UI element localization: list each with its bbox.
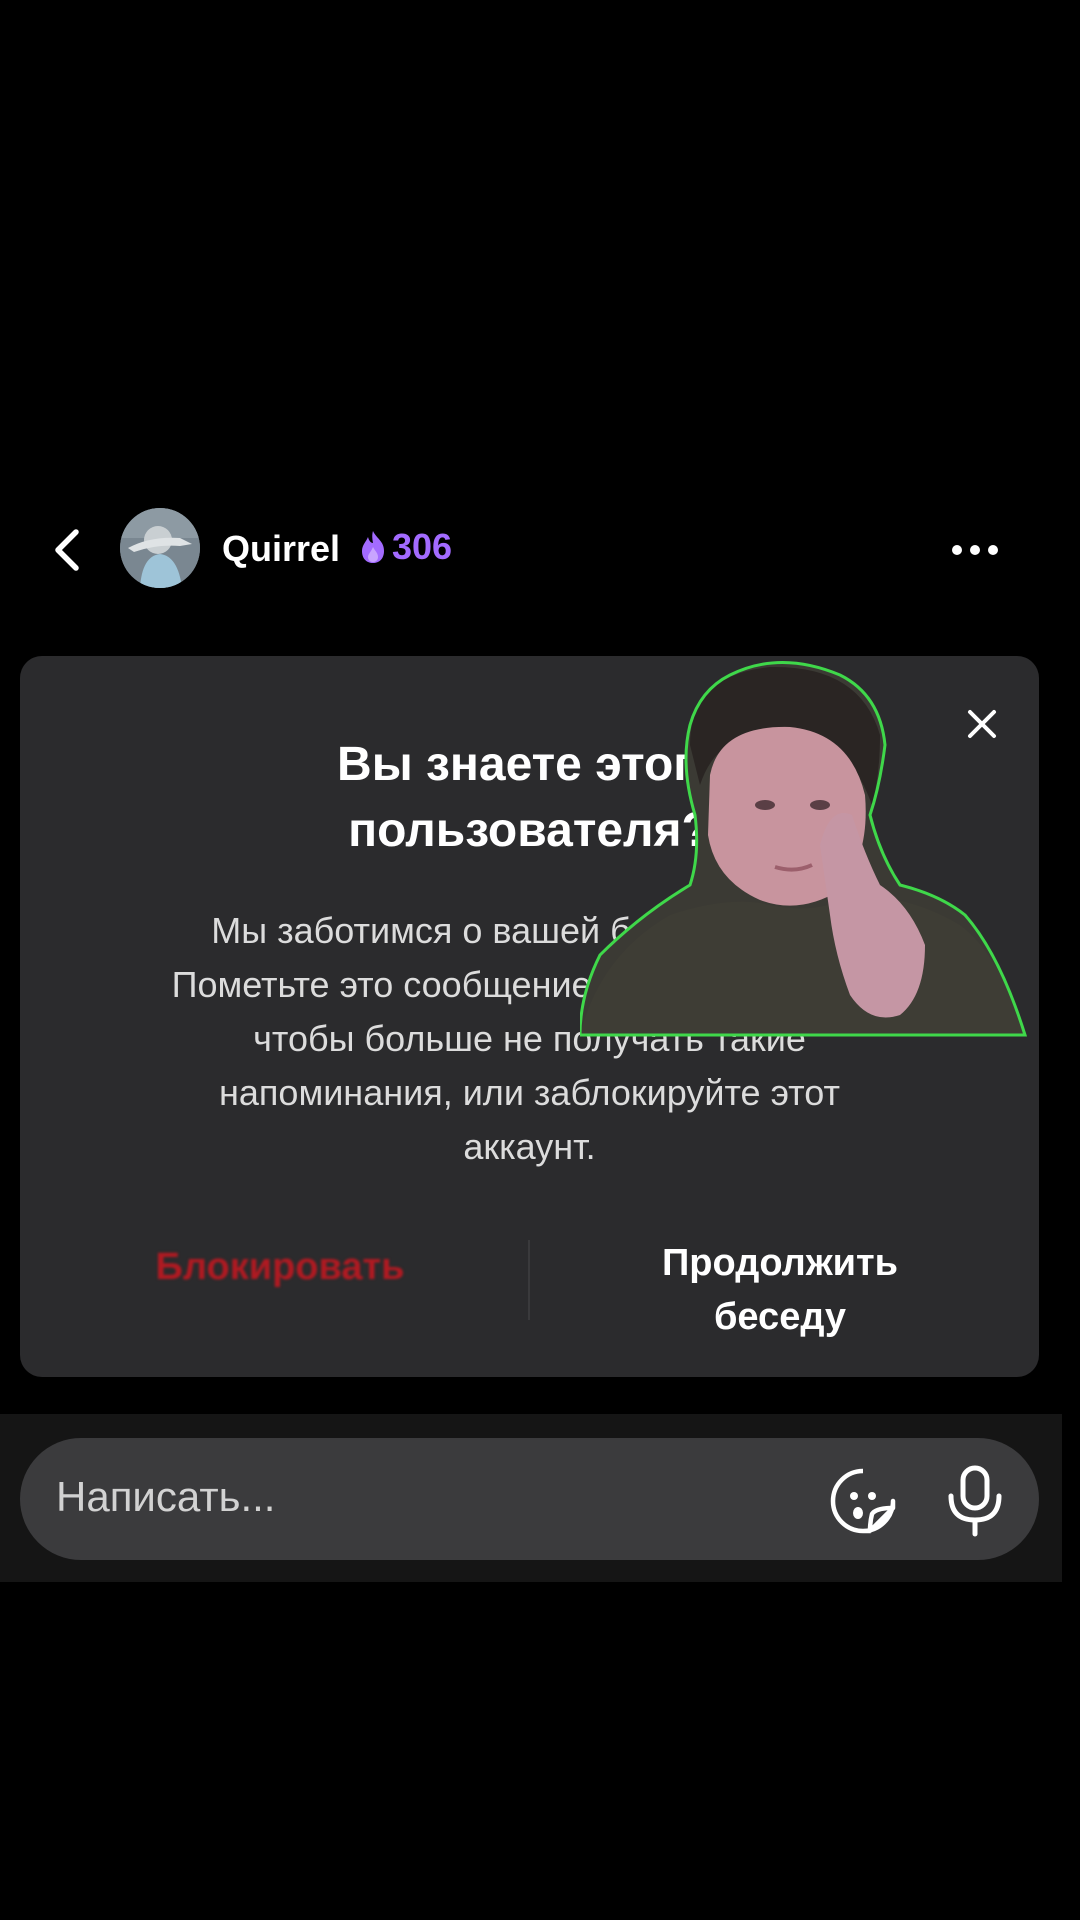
avatar[interactable] xyxy=(120,508,200,588)
continue-conversation-button[interactable]: Продолжить беседу xyxy=(580,1236,980,1344)
more-options-button[interactable] xyxy=(940,530,1010,570)
microphone-icon[interactable] xyxy=(940,1462,1010,1538)
divider xyxy=(528,1240,530,1320)
streak-badge: 306 xyxy=(358,526,452,568)
card-actions: Блокировать Продолжить беседу xyxy=(20,1226,1039,1356)
chat-header: Quirrel 306 xyxy=(0,500,1080,600)
back-button[interactable] xyxy=(40,522,96,578)
username[interactable]: Quirrel xyxy=(222,528,340,570)
streak-count: 306 xyxy=(392,526,453,567)
chevron-left-icon xyxy=(55,529,79,571)
more-dots-icon xyxy=(952,545,962,555)
person-overlay-image xyxy=(580,661,1028,1037)
sticker-icon[interactable] xyxy=(828,1466,898,1536)
message-input-container[interactable] xyxy=(20,1438,1039,1560)
block-button[interactable]: Блокировать xyxy=(80,1246,480,1306)
message-composer xyxy=(0,1414,1062,1582)
message-input[interactable] xyxy=(54,1472,758,1522)
flame-icon xyxy=(362,531,384,563)
